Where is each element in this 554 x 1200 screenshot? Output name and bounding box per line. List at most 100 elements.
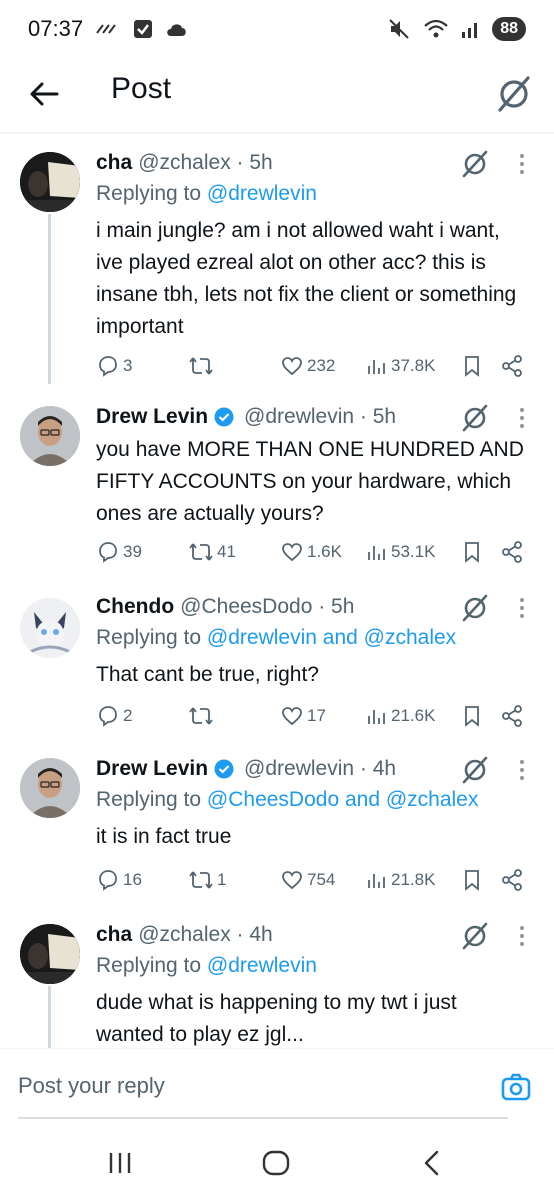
reply-button[interactable]: 39 [96,538,142,566]
handle[interactable]: @CheesDodo · 5h [180,595,354,619]
system-nav-bar [0,1126,554,1200]
handle[interactable]: @drewlevin · 4h [244,757,396,781]
tweet-text: you have MORE THAN ONE HUNDRED AND FIFTY… [96,438,524,525]
reply-button[interactable]: 16 [96,866,142,894]
mute-icon [389,19,409,39]
reply-icon [99,870,117,891]
replying-to: Replying to @drewlevin and @zchalex [96,626,530,656]
share-icon [502,869,522,891]
more-icon[interactable] [518,758,526,782]
repost-button[interactable]: 1 [188,866,226,894]
share-icon [502,541,522,563]
like-icon [282,871,302,890]
camera-button[interactable] [500,1071,532,1103]
views-button[interactable]: 21.6K [366,702,435,730]
grok-icon[interactable] [460,402,490,434]
replying-to: Replying to @CheesDodo and @zchalex [96,788,530,818]
tweet-drewlevin-2[interactable]: Drew Levin @drewlevin · 4h Replying to @… [0,734,554,900]
avatar[interactable] [20,152,80,212]
replying-to-link[interactable]: @drewlevin [207,954,317,977]
repost-button[interactable] [188,352,217,380]
replying-to-link[interactable]: @CheesDodo and @zchalex [207,788,478,811]
handle[interactable]: @drewlevin · 5h [244,405,396,429]
like-button[interactable]: 754 [280,866,335,894]
more-icon[interactable] [518,152,526,176]
display-name[interactable]: cha [96,923,132,947]
display-name[interactable]: Drew Levin [96,757,208,781]
avatar[interactable] [20,406,80,466]
recent-apps-button[interactable] [100,1146,140,1180]
tweet-cha-1[interactable]: cha @zchalex · 5h Replying to @drewlevin… [0,134,554,384]
more-icon[interactable] [518,924,526,948]
back-button[interactable] [24,74,64,114]
avatar[interactable] [20,598,80,658]
thread-line [48,986,51,1048]
avatar[interactable] [20,924,80,984]
like-icon [282,357,302,376]
share-button[interactable] [500,352,524,380]
views-button[interactable]: 37.8K [366,352,435,380]
handle[interactable]: @zchalex · 5h [138,151,273,175]
like-button[interactable]: 1.6K [280,538,342,566]
system-back-button[interactable] [412,1146,452,1180]
bookmark-button[interactable] [462,702,482,730]
repost-button[interactable] [188,702,217,730]
reply-button[interactable]: 2 [96,702,132,730]
reply-button[interactable]: 3 [96,352,132,380]
replying-to-link[interactable]: @drewlevin and @zchalex [207,626,456,649]
bookmark-icon [465,870,479,891]
repost-icon [189,871,213,889]
back-arrow-icon [30,82,59,106]
grok-icon[interactable] [460,920,490,952]
like-button[interactable]: 232 [280,352,335,380]
signal-icon [462,23,478,38]
replying-prefix: Replying to [96,954,207,977]
repost-count: 41 [217,542,236,561]
reply-count: 2 [123,706,133,725]
tweet-drewlevin-1[interactable]: Drew Levin @drewlevin · 5h you have MORE… [0,384,554,574]
wifi-icon [424,19,448,38]
grok-icon[interactable] [460,754,490,786]
page-title: Post [111,72,172,105]
repost-icon [189,543,213,561]
avatar-image [20,598,80,658]
more-icon[interactable] [518,406,526,430]
more-icon[interactable] [518,596,526,620]
display-name[interactable]: cha [96,151,132,175]
home-button[interactable] [256,1146,296,1180]
share-button[interactable] [500,702,524,730]
avatar-image [20,924,80,984]
replying-prefix: Replying to [96,788,207,811]
tweet-chendo[interactable]: Chendo @CheesDodo · 5h Replying to @drew… [0,574,554,734]
reply-input[interactable]: Post your reply [18,1073,165,1099]
reply-icon [99,706,117,727]
like-button[interactable]: 17 [280,702,326,730]
tweet-text: That cant be true, right? [96,663,319,686]
repost-button[interactable]: 41 [188,538,236,566]
reply-icon [99,356,117,377]
display-name[interactable]: Chendo [96,595,174,619]
grok-icon[interactable] [460,592,490,624]
bookmark-button[interactable] [462,538,482,566]
tweet-text: it is in fact true [96,825,232,848]
bookmark-button[interactable] [462,866,482,894]
handle[interactable]: @zchalex · 4h [138,923,273,947]
views-button[interactable]: 53.1K [366,538,435,566]
replying-to-link[interactable]: @drewlevin [207,182,317,205]
avatar[interactable] [20,758,80,818]
grok-icon[interactable] [460,148,490,180]
reply-icon [99,542,117,563]
share-button[interactable] [500,866,524,894]
status-bar: 07:37 88 [0,0,554,58]
display-name[interactable]: Drew Levin [96,405,208,429]
reply-thread: cha @zchalex · 5h Replying to @drewlevin… [0,134,554,1048]
tweet-text: dude what is happening to my twt i just … [96,991,457,1046]
tweet-cha-2[interactable]: cha @zchalex · 4h Replying to @drewlevin… [0,900,554,1048]
verified-icon [214,759,234,779]
views-icon [368,710,385,724]
bookmark-button[interactable] [462,352,482,380]
views-button[interactable]: 21.8K [366,866,435,894]
grok-button[interactable] [494,72,534,116]
chevron-left-icon [424,1150,439,1176]
share-button[interactable] [500,538,524,566]
